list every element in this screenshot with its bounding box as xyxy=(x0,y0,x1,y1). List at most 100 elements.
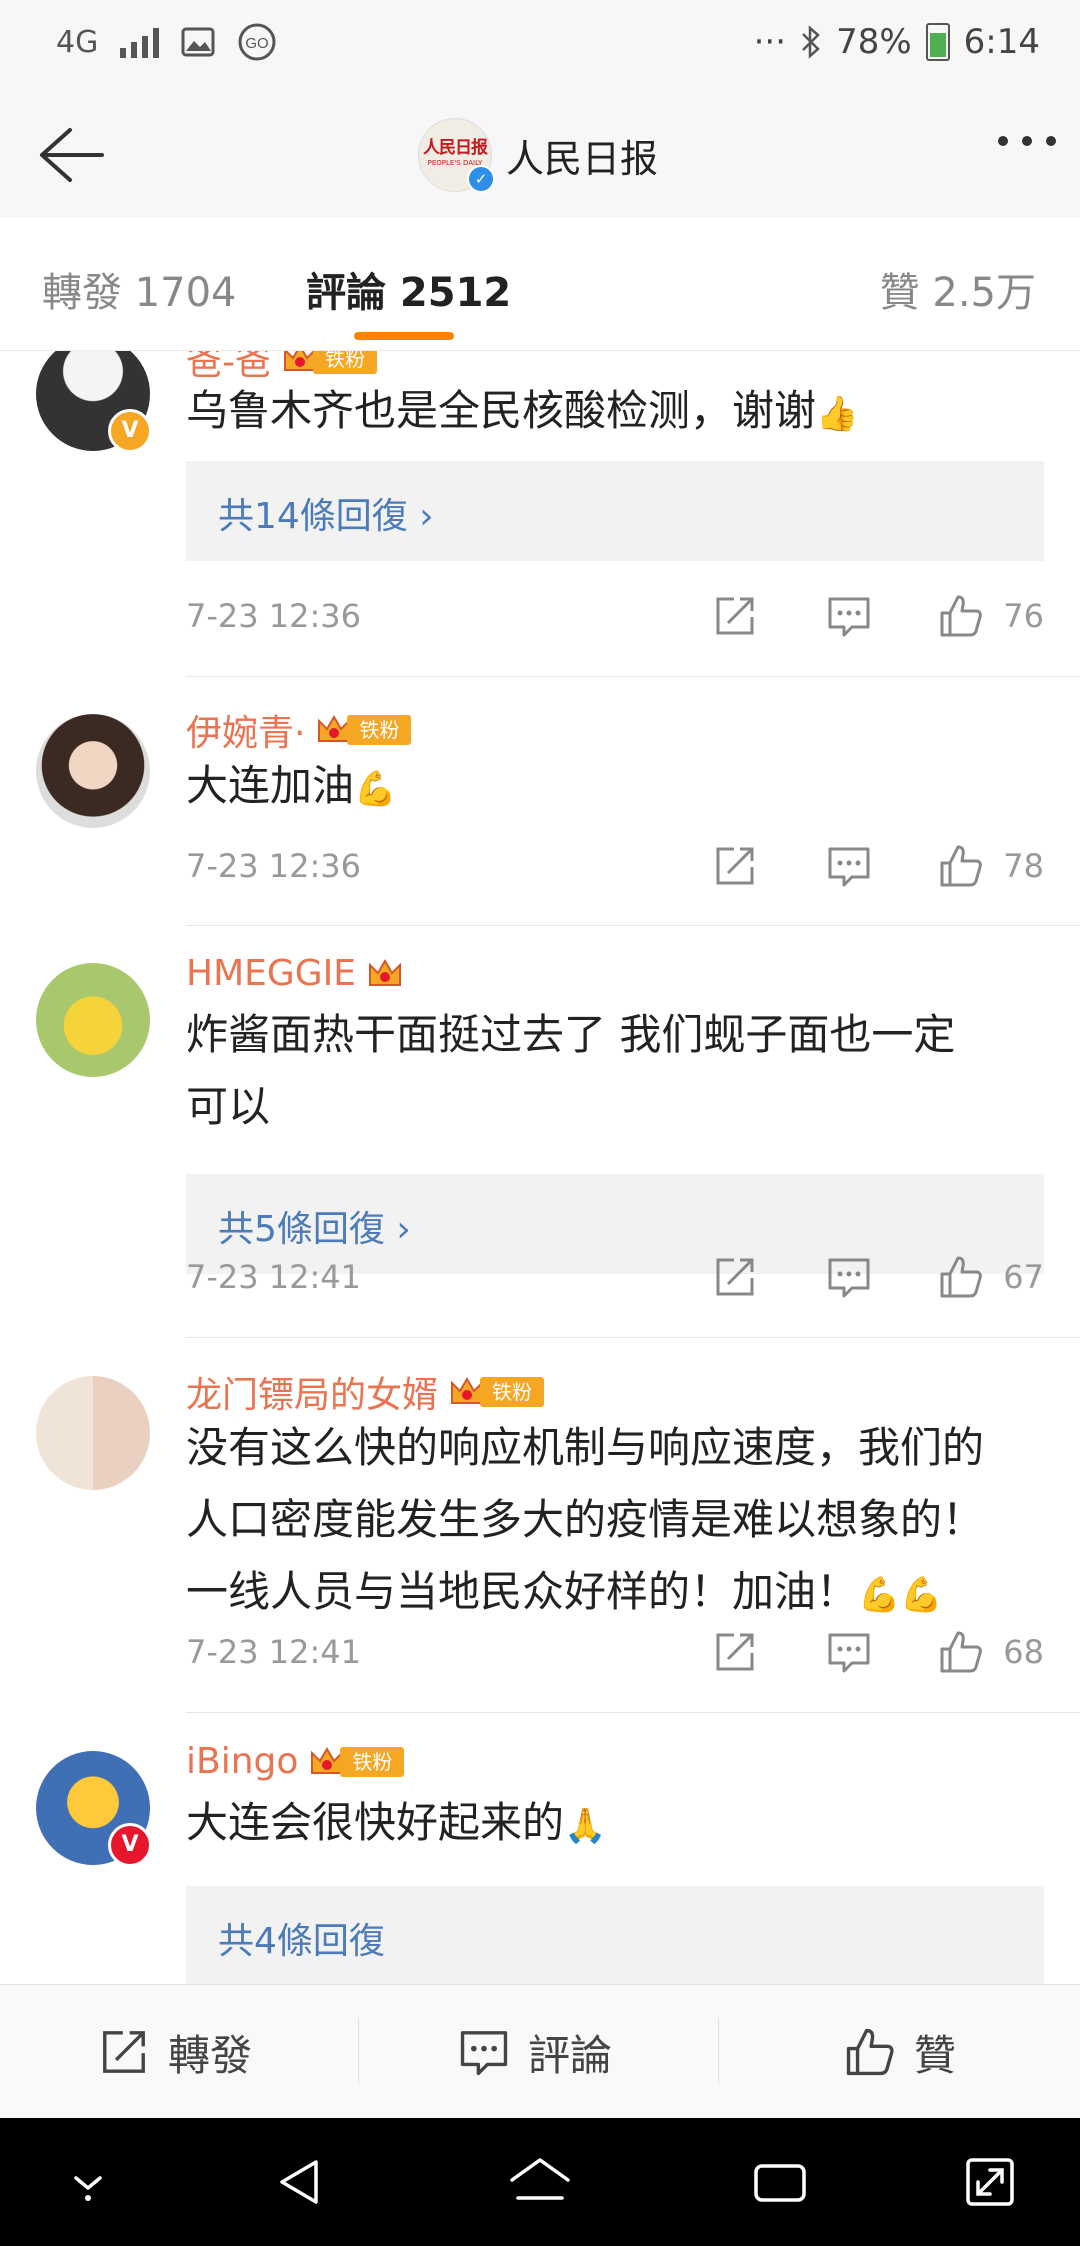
comment-icon[interactable] xyxy=(826,1629,872,1675)
divider xyxy=(186,925,1080,926)
avatar[interactable] xyxy=(36,963,150,1077)
comment-time: 7-23 12:41 xyxy=(186,1633,362,1671)
comment-author[interactable]: HMEGGIE xyxy=(186,953,404,994)
comment-time: 7-23 12:41 xyxy=(186,1258,362,1296)
page-title: 人民日报 xyxy=(506,137,659,181)
crown-icon xyxy=(369,958,402,986)
like-icon[interactable] xyxy=(938,593,984,639)
like-label: 贊 xyxy=(914,2030,957,2080)
status-bar: 4G GO ··· 78% 6:14 xyxy=(0,0,1080,92)
flexed-biceps-emoji: 💪💪 xyxy=(858,1575,943,1615)
replies-count: 共4條回復 xyxy=(218,1921,385,1962)
like-icon xyxy=(846,2028,894,2076)
tab-reposts[interactable]: 轉發 1704 xyxy=(42,260,237,318)
username: HMEGGIE xyxy=(186,953,357,994)
network-indicator: 4G xyxy=(56,24,99,60)
username: 龙门镖局的女婿 xyxy=(186,1375,439,1416)
comment-time: 7-23 12:36 xyxy=(186,847,362,885)
home-nav-icon[interactable] xyxy=(508,2154,572,2210)
avatar[interactable]: V xyxy=(36,1751,152,1867)
comment-text-line: 一线人员与当地民众好样的！加油！ xyxy=(186,1567,859,1616)
comment-icon[interactable] xyxy=(826,593,872,639)
divider xyxy=(186,1712,1080,1713)
like-icon[interactable] xyxy=(938,1629,984,1675)
comment-meta: 7-23 12:41 68 xyxy=(186,1629,1044,1679)
go-icon: GO xyxy=(238,23,276,61)
comment-button[interactable]: 評論 xyxy=(458,1985,612,2119)
comment-time: 7-23 12:36 xyxy=(186,597,362,635)
comment-meta: 7-23 12:36 78 xyxy=(186,843,1044,893)
signal-icon xyxy=(120,26,160,58)
comment-text-line: 人口密度能发生多大的疫情是难以想象的！ xyxy=(186,1495,985,1544)
hide-keyboard-icon[interactable] xyxy=(64,2154,112,2210)
expand-screen-icon[interactable] xyxy=(962,2154,1018,2210)
replies-link[interactable]: 共4條回復 xyxy=(186,1886,1044,1985)
image-icon xyxy=(181,27,215,57)
replies-count: 共5條回復 › xyxy=(218,1209,411,1250)
iron-fan-badge: 铁粉 xyxy=(281,351,377,378)
comment-icon[interactable] xyxy=(826,1254,872,1300)
account-logo[interactable]: 人民日报 PEOPLE'S DAILY ✓ xyxy=(418,118,495,193)
comment-text-body: 大连加油 xyxy=(186,761,355,810)
comment-text: 大连加油💪 xyxy=(186,750,1046,825)
comment-icon[interactable] xyxy=(826,843,872,889)
avatar[interactable]: V xyxy=(36,351,152,453)
thumbs-up-emoji: 👍 xyxy=(816,394,859,434)
bottom-action-bar: 轉發 評論 贊 xyxy=(0,1984,1080,2119)
divider xyxy=(186,676,1080,677)
more-options-icon[interactable] xyxy=(998,136,1056,146)
active-tab-indicator xyxy=(354,332,454,340)
like-icon[interactable] xyxy=(938,1254,984,1300)
flexed-biceps-emoji: 💪 xyxy=(354,769,397,809)
comment-text-line: 没有这么快的响应机制与响应速度，我们的 xyxy=(186,1423,985,1472)
system-nav-bar xyxy=(0,2118,1080,2246)
tab-likes[interactable]: 贊 2.5万 xyxy=(880,260,1036,318)
share-icon[interactable] xyxy=(712,1254,758,1300)
fan-badge-label: 铁粉 xyxy=(480,1377,545,1407)
like-button[interactable]: 贊 xyxy=(844,1985,956,2119)
repost-button[interactable]: 轉發 xyxy=(98,1985,252,2119)
comment-author[interactable]: 龙门镖局的女婿 铁粉 xyxy=(186,1366,545,1418)
divider xyxy=(186,1337,1080,1338)
comment-text: 炸酱面热干面挺过去了 我们蚬子面也一定 可以 xyxy=(186,999,1046,1143)
comment-text: 没有这么快的响应机制与响应速度，我们的 人口密度能发生多大的疫情是难以想象的！ … xyxy=(186,1412,1046,1631)
tab-comments[interactable]: 評論 2512 xyxy=(306,260,511,318)
avatar[interactable] xyxy=(36,1376,150,1490)
back-nav-icon[interactable] xyxy=(272,2154,328,2210)
comment-text: 乌鲁木齐也是全民核酸检测，谢谢👍 xyxy=(186,375,1046,450)
share-icon xyxy=(103,2031,145,2073)
fan-badge-label: 铁粉 xyxy=(347,715,412,745)
comment-text-line: 可以 xyxy=(186,1082,271,1131)
avatar[interactable] xyxy=(36,714,150,828)
more-status-icon: ··· xyxy=(753,22,787,62)
battery-percent: 78% xyxy=(836,22,912,62)
recent-apps-icon[interactable] xyxy=(752,2154,808,2210)
share-icon[interactable] xyxy=(712,593,758,639)
comment-author[interactable]: 伊婉青· 铁粉 xyxy=(186,704,412,756)
iron-fan-badge: 铁粉 xyxy=(315,711,412,749)
iron-fan-badge: 铁粉 xyxy=(308,1743,405,1781)
verified-badge-icon: V xyxy=(108,409,152,453)
replies-link[interactable]: 共14條回復 › xyxy=(186,461,1044,561)
comment-author[interactable]: iBingo 铁粉 xyxy=(186,1741,405,1782)
bluetooth-icon xyxy=(802,25,820,59)
folded-hands-emoji: 🙏 xyxy=(564,1806,607,1846)
like-count: 76 xyxy=(1003,597,1044,635)
repost-label: 轉發 xyxy=(168,2030,253,2080)
like-icon[interactable] xyxy=(938,843,984,889)
comment-label: 評論 xyxy=(528,2030,613,2080)
battery-icon xyxy=(925,23,950,61)
comment-text-body: 大连会很快好起来的 xyxy=(186,1798,565,1847)
like-count: 68 xyxy=(1003,1633,1044,1671)
comment-text-line: 炸酱面热干面挺过去了 我们蚬子面也一定 xyxy=(186,1010,956,1059)
comment-list: V 爸-爸 铁粉 乌鲁木齐也是全民核酸检测，谢谢👍 共14條回復 › 7-23 … xyxy=(0,351,1080,1985)
comment-icon xyxy=(460,2031,508,2076)
username: 伊婉青· xyxy=(186,713,306,754)
share-icon[interactable] xyxy=(712,843,758,889)
share-icon[interactable] xyxy=(712,1629,758,1675)
logo-text: 人民日报 xyxy=(423,138,488,158)
verified-badge-icon: ✓ xyxy=(467,165,495,193)
replies-count: 共14條回復 › xyxy=(218,496,434,537)
back-arrow-icon[interactable] xyxy=(30,120,110,190)
comment-meta: 7-23 12:41 67 xyxy=(186,1254,1044,1304)
